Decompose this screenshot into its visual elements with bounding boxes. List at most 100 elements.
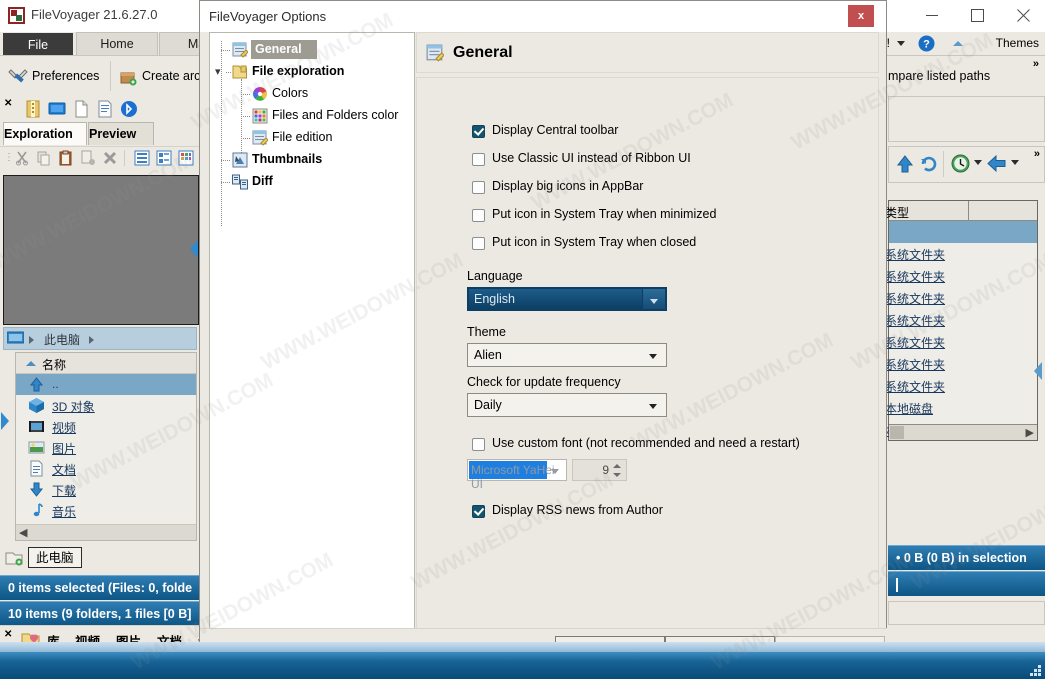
resize-grip-icon[interactable] bbox=[1030, 665, 1042, 677]
table-row[interactable]: 本地磁盘 bbox=[889, 397, 1037, 419]
thumbnail-view-icon[interactable] bbox=[178, 150, 194, 166]
right-pane-collapse-arrow[interactable] bbox=[1034, 362, 1042, 380]
checkbox-box[interactable] bbox=[472, 209, 485, 222]
blank-doc-icon[interactable] bbox=[72, 100, 90, 118]
theme-select[interactable]: Alien bbox=[467, 343, 667, 367]
language-select[interactable]: English bbox=[467, 287, 667, 311]
ribbon-tab-file[interactable]: File bbox=[3, 33, 73, 57]
left-pane-expand-arrow[interactable] bbox=[1, 412, 9, 430]
refresh-icon[interactable] bbox=[919, 154, 939, 177]
zip-icon[interactable] bbox=[24, 100, 42, 118]
document-icon[interactable] bbox=[96, 100, 114, 118]
minimize-button[interactable] bbox=[910, 0, 955, 30]
checkbox-box[interactable] bbox=[472, 438, 485, 451]
address-bar[interactable]: 此电脑 bbox=[3, 327, 197, 350]
chevron-down-icon[interactable] bbox=[974, 160, 982, 165]
stepper-up-icon bbox=[613, 464, 621, 468]
font-family-select: Microsoft YaHei UI bbox=[467, 459, 567, 481]
table-row[interactable]: 系统文件夹 bbox=[889, 243, 1037, 265]
right-toolbar-overflow-icon[interactable]: » bbox=[1034, 148, 1040, 160]
table-row[interactable]: 系统文件夹 bbox=[889, 287, 1037, 309]
paste-icon[interactable] bbox=[58, 150, 74, 166]
screen-icon[interactable] bbox=[48, 100, 66, 118]
preferences-button[interactable]: Preferences bbox=[8, 62, 99, 90]
scroll-left-arrow-icon[interactable]: ◀ bbox=[19, 526, 27, 539]
folder-open-icon bbox=[232, 64, 248, 80]
details-view-icon[interactable] bbox=[156, 150, 172, 166]
checkbox-box[interactable] bbox=[472, 505, 485, 518]
checkbox-box[interactable] bbox=[472, 181, 485, 194]
duplicate-icon[interactable] bbox=[80, 150, 96, 166]
chevron-down-icon bbox=[551, 469, 559, 474]
chevron-down-icon[interactable] bbox=[1011, 160, 1019, 165]
right-pane-path-box[interactable] bbox=[888, 96, 1045, 142]
table-row[interactable]: 系统文件夹 bbox=[889, 375, 1037, 397]
right-horizontal-scrollbar[interactable]: ▶ bbox=[889, 424, 1037, 440]
scroll-thumb[interactable] bbox=[890, 426, 904, 439]
list-item[interactable]: 视频 bbox=[16, 416, 196, 437]
right-file-list[interactable]: 类型 系统文件夹 系统文件夹 系统文件夹 系统文件夹 系统文件夹 系统文件夹 系… bbox=[888, 200, 1038, 441]
list-item[interactable]: 下载 bbox=[16, 479, 196, 500]
delete-icon[interactable] bbox=[102, 150, 118, 166]
close-small-icon[interactable]: ✕ bbox=[4, 629, 12, 640]
table-row[interactable]: 系统文件夹 bbox=[889, 309, 1037, 331]
preview-collapse-arrow[interactable] bbox=[190, 240, 198, 258]
tree-item-label: Files and Folders color bbox=[272, 108, 398, 122]
chevron-up-icon[interactable] bbox=[953, 41, 963, 46]
back-arrow-icon[interactable] bbox=[986, 154, 1007, 176]
font-size-value: 9 bbox=[602, 463, 609, 477]
tab-exploration[interactable]: Exploration bbox=[3, 122, 87, 145]
themes-button[interactable]: Themes bbox=[996, 32, 1039, 55]
chevron-down-icon[interactable] bbox=[649, 404, 657, 409]
list-item[interactable]: .. bbox=[16, 374, 196, 395]
ribbon-tab-home[interactable]: Home bbox=[76, 32, 158, 55]
table-row[interactable]: 系统文件夹 bbox=[889, 265, 1037, 287]
bluetooth-icon[interactable] bbox=[120, 100, 138, 118]
list-item[interactable]: 图片 bbox=[16, 437, 196, 458]
file-list-header[interactable]: 名称 bbox=[16, 353, 196, 374]
chevron-down-icon[interactable] bbox=[897, 41, 905, 46]
file-list[interactable]: 名称 .. 3D 对象 视频 bbox=[15, 352, 197, 541]
close-small-icon[interactable]: ✕ bbox=[4, 98, 12, 109]
ribbon-overflow-icon[interactable]: » bbox=[1033, 58, 1039, 70]
history-clock-icon[interactable] bbox=[950, 153, 971, 177]
list-view-icon[interactable] bbox=[134, 150, 150, 166]
checkbox-box[interactable] bbox=[472, 237, 485, 250]
cut-icon[interactable] bbox=[14, 150, 30, 166]
filevoyager-logo-icon bbox=[8, 7, 25, 24]
new-tab-icon[interactable] bbox=[5, 549, 24, 569]
options-tree[interactable]: General ▾ File exploration bbox=[209, 32, 415, 664]
checkbox-box[interactable] bbox=[472, 153, 485, 166]
list-item[interactable]: 文档 bbox=[16, 458, 196, 479]
list-item[interactable]: 音乐 bbox=[16, 500, 196, 521]
music-icon bbox=[28, 502, 45, 519]
chevron-down-icon[interactable] bbox=[650, 299, 658, 304]
bottom-tab-this-pc[interactable]: 此电脑 bbox=[28, 547, 82, 568]
list-item[interactable]: 3D 对象 bbox=[16, 395, 196, 416]
options-dialog: FileVoyager Options x General ▾ bbox=[199, 0, 887, 668]
compare-paths-button[interactable]: mpare listed paths bbox=[888, 62, 990, 90]
create-archive-button[interactable]: Create arch bbox=[120, 62, 207, 90]
status-total: 10 items (9 folders, 1 files [0 B] bbox=[0, 601, 200, 626]
scroll-right-arrow-icon[interactable]: ▶ bbox=[1026, 426, 1034, 439]
maximize-button[interactable] bbox=[955, 0, 1000, 30]
chevron-down-icon[interactable]: ▾ bbox=[215, 65, 221, 78]
right-list-header[interactable]: 类型 bbox=[889, 201, 1037, 221]
checkbox-box[interactable] bbox=[472, 125, 485, 138]
horizontal-scrollbar[interactable]: ◀ bbox=[16, 524, 196, 540]
up-arrow-icon[interactable] bbox=[895, 154, 915, 177]
update-frequency-select[interactable]: Daily bbox=[467, 393, 667, 417]
dialog-close-button[interactable]: x bbox=[848, 5, 874, 27]
table-row[interactable]: 系统文件夹 bbox=[889, 331, 1037, 353]
diff-icon bbox=[232, 174, 248, 190]
table-row[interactable] bbox=[889, 221, 1037, 243]
chevron-down-icon[interactable] bbox=[649, 354, 657, 359]
copy-icon[interactable] bbox=[36, 150, 52, 166]
language-value: English bbox=[474, 292, 515, 306]
table-row[interactable]: 系统文件夹 bbox=[889, 353, 1037, 375]
main-title: FileVoyager 21.6.27.0 bbox=[31, 7, 157, 22]
checkbox-label: Display big icons in AppBar bbox=[492, 179, 643, 193]
language-label: Language bbox=[467, 269, 523, 283]
close-button[interactable] bbox=[1000, 0, 1045, 30]
tab-preview[interactable]: Preview bbox=[88, 122, 154, 145]
